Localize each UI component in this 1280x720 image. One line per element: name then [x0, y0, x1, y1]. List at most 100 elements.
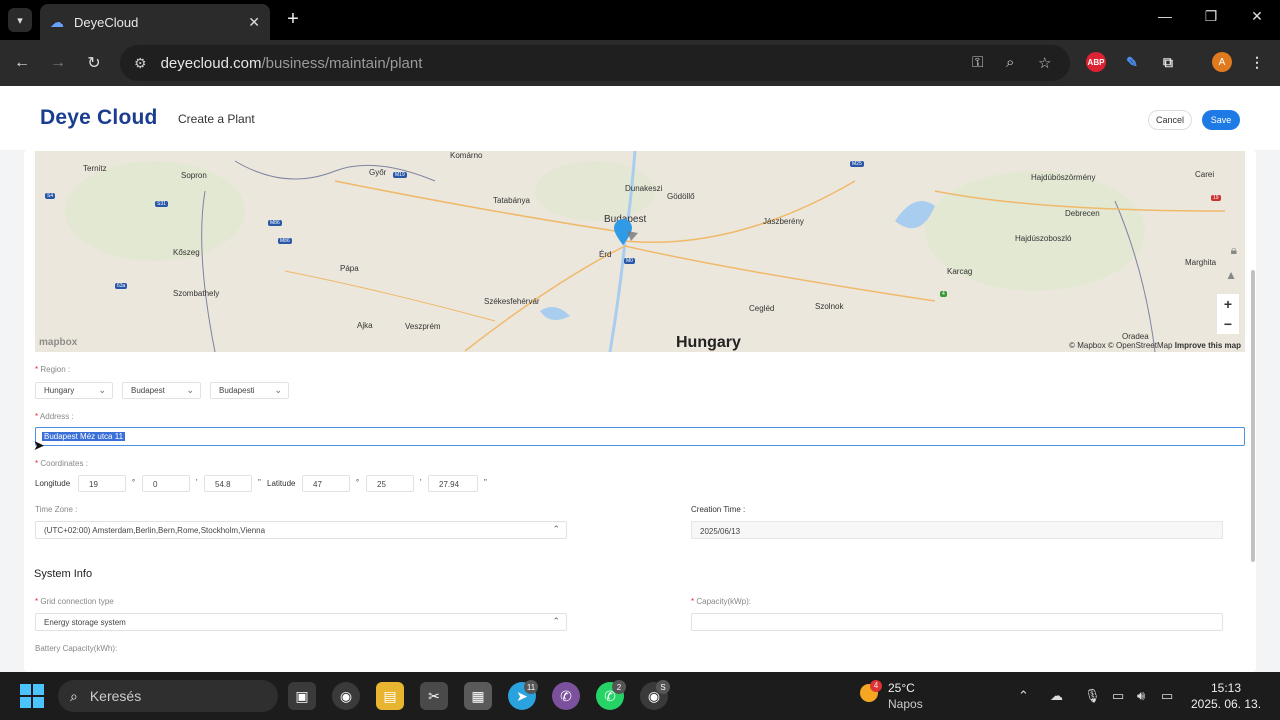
- place-label: Ternitz: [83, 164, 107, 173]
- tab-close-icon[interactable]: ✕: [248, 14, 260, 31]
- tray-chevron-up-icon[interactable]: ⌃: [1018, 688, 1029, 704]
- bookmark-star-icon[interactable]: ☆: [1038, 54, 1051, 72]
- location-map[interactable]: Komárno Ternitz Sopron Győr Tatabánya Du…: [35, 151, 1245, 352]
- latitude-seconds-input[interactable]: 27.94: [428, 475, 478, 492]
- chevron-down-icon: ⌄: [98, 385, 106, 395]
- map-lock-icon[interactable]: 🔒︎: [1231, 243, 1237, 258]
- latitude-minutes-input[interactable]: 25: [366, 475, 414, 492]
- zoom-out-button[interactable]: −: [1217, 314, 1239, 334]
- chevron-down-icon: ⌄: [274, 385, 282, 395]
- attribution-text[interactable]: © Mapbox © OpenStreetMap: [1069, 341, 1172, 350]
- place-label: Oradea: [1122, 332, 1149, 341]
- zoom-in-button[interactable]: +: [1217, 294, 1239, 314]
- restore-icon[interactable]: ❐: [1196, 8, 1226, 25]
- reload-icon[interactable]: ↻: [83, 52, 105, 74]
- calculator-icon[interactable]: ▦: [464, 682, 492, 710]
- save-button[interactable]: Save: [1202, 110, 1240, 130]
- url-path: /business/maintain/plant: [261, 54, 423, 72]
- grid-connection-select[interactable]: Energy storage system ⌃: [35, 613, 567, 631]
- cancel-button[interactable]: Cancel: [1148, 110, 1192, 130]
- second-symbol: ": [484, 478, 487, 487]
- site-info-icon[interactable]: ⚙: [134, 55, 147, 72]
- capacity-label: * Capacity(kWp):: [691, 597, 752, 606]
- place-label: Pápa: [340, 264, 359, 273]
- capacity-input[interactable]: [691, 613, 1223, 631]
- longitude-degrees-input[interactable]: 19: [78, 475, 126, 492]
- chrome-icon[interactable]: ◉: [332, 682, 360, 710]
- snipping-tool-icon[interactable]: ✂: [420, 682, 448, 710]
- degree-symbol: °: [356, 478, 360, 487]
- place-label: Tatabánya: [493, 196, 530, 205]
- deye-cloud-logo[interactable]: Deye Cloud: [40, 106, 158, 130]
- windows-taskbar: ⌕ Keresés ▣ ◉ ▤ ✂ ▦ ➤ 11 ✆ ✆ 2 ◉ S 4 25°…: [0, 672, 1280, 720]
- weather-widget[interactable]: 4 25°C Napos: [860, 680, 923, 712]
- app-header: Deye Cloud Create a Plant Cancel Save: [0, 86, 1280, 150]
- place-label: Dunakeszi: [625, 184, 663, 193]
- district-select[interactable]: Budapesti ⌄: [210, 382, 289, 399]
- forward-icon[interactable]: →: [47, 52, 69, 74]
- map-compass-icon[interactable]: ▲: [1225, 268, 1237, 282]
- improve-map-link[interactable]: Improve this map: [1175, 341, 1241, 350]
- road-shield: M25: [850, 161, 864, 167]
- address-input[interactable]: Budapest Méz utca 11: [35, 427, 1245, 446]
- battery-icon[interactable]: ▭: [1161, 688, 1173, 704]
- coordinates-label: * Coordinates :: [35, 459, 88, 468]
- tab-title: DeyeCloud: [74, 14, 139, 30]
- city-value: Budapest: [131, 386, 165, 395]
- microphone-icon[interactable]: 🎙︎: [1084, 688, 1101, 704]
- file-explorer-icon[interactable]: ▤: [376, 682, 404, 710]
- road-shield: M86: [268, 220, 282, 226]
- viber-icon[interactable]: ✆: [552, 682, 580, 710]
- weather-temp: 25°C: [888, 681, 915, 695]
- timezone-select[interactable]: (UTC+02:00) Amsterdam,Berlin,Bern,Rome,S…: [35, 521, 567, 539]
- map-attribution[interactable]: © Mapbox © OpenStreetMap Improve this ma…: [1069, 341, 1241, 350]
- place-label: Szombathely: [173, 289, 220, 298]
- system-clock[interactable]: 15:13 2025. 06. 13.: [1190, 680, 1262, 712]
- district-value: Budapesti: [219, 386, 255, 395]
- weather-desc: Napos: [888, 697, 923, 711]
- longitude-seconds-input[interactable]: 54.8: [204, 475, 252, 492]
- country-value: Hungary: [44, 386, 75, 395]
- road-shield: M0: [624, 258, 635, 264]
- new-tab-plus-icon[interactable]: +: [282, 8, 304, 30]
- system-info-title: System Info: [34, 568, 93, 580]
- address-bar[interactable]: ⚙ deyecloud.com/business/maintain/plant …: [120, 45, 1070, 81]
- taskbar-search[interactable]: ⌕ Keresés: [58, 680, 278, 712]
- profile-avatar[interactable]: A: [1212, 52, 1232, 72]
- browser-tab-bar: ▾ ☁ DeyeCloud ✕ + — ❐ ✕: [0, 0, 1280, 40]
- pen-extension-icon[interactable]: ✎: [1122, 52, 1142, 72]
- search-icon: ⌕: [70, 687, 78, 704]
- extensions-puzzle-icon[interactable]: ⧉: [1158, 52, 1178, 72]
- degree-symbol: °: [132, 478, 136, 487]
- whatsapp-badge: 2: [612, 680, 626, 694]
- longitude-minutes-input[interactable]: 0: [142, 475, 190, 492]
- adblock-plus-icon[interactable]: ABP: [1086, 52, 1106, 72]
- mapbox-logo[interactable]: mapbox: [39, 337, 77, 348]
- place-label: Ajka: [357, 321, 373, 330]
- browser-menu-icon[interactable]: ⋮: [1247, 52, 1267, 72]
- clock-time: 15:13: [1210, 681, 1242, 695]
- password-key-icon[interactable]: ⚿: [972, 54, 983, 71]
- second-symbol: ": [258, 478, 261, 487]
- tab-list-chevron-icon[interactable]: ▾: [8, 8, 32, 32]
- back-icon[interactable]: ←: [11, 52, 33, 74]
- search-placeholder: Keresés: [89, 688, 142, 704]
- volume-icon[interactable]: 🔊︎: [1137, 688, 1145, 704]
- task-view-icon[interactable]: ▣: [288, 682, 316, 710]
- close-window-icon[interactable]: ✕: [1242, 8, 1272, 25]
- windows-start-icon[interactable]: [20, 684, 44, 708]
- location-pin-icon[interactable]: [613, 219, 643, 249]
- page-scrollbar[interactable]: [1251, 270, 1255, 562]
- cloud-off-icon[interactable]: ☁: [1050, 688, 1063, 704]
- browser-tab[interactable]: ☁ DeyeCloud ✕: [40, 4, 270, 40]
- road-shield: 19: [1211, 195, 1221, 201]
- network-icon[interactable]: ▭: [1112, 688, 1124, 704]
- place-label: Kőszeg: [173, 248, 200, 257]
- zoom-icon[interactable]: ⌕: [1006, 54, 1014, 71]
- minimize-icon[interactable]: —: [1150, 8, 1180, 24]
- place-label: Komárno: [450, 151, 483, 160]
- country-select[interactable]: Hungary ⌄: [35, 382, 113, 399]
- latitude-degrees-input[interactable]: 47: [302, 475, 350, 492]
- city-select[interactable]: Budapest ⌄: [122, 382, 201, 399]
- chevron-up-icon: ⌃: [552, 524, 560, 534]
